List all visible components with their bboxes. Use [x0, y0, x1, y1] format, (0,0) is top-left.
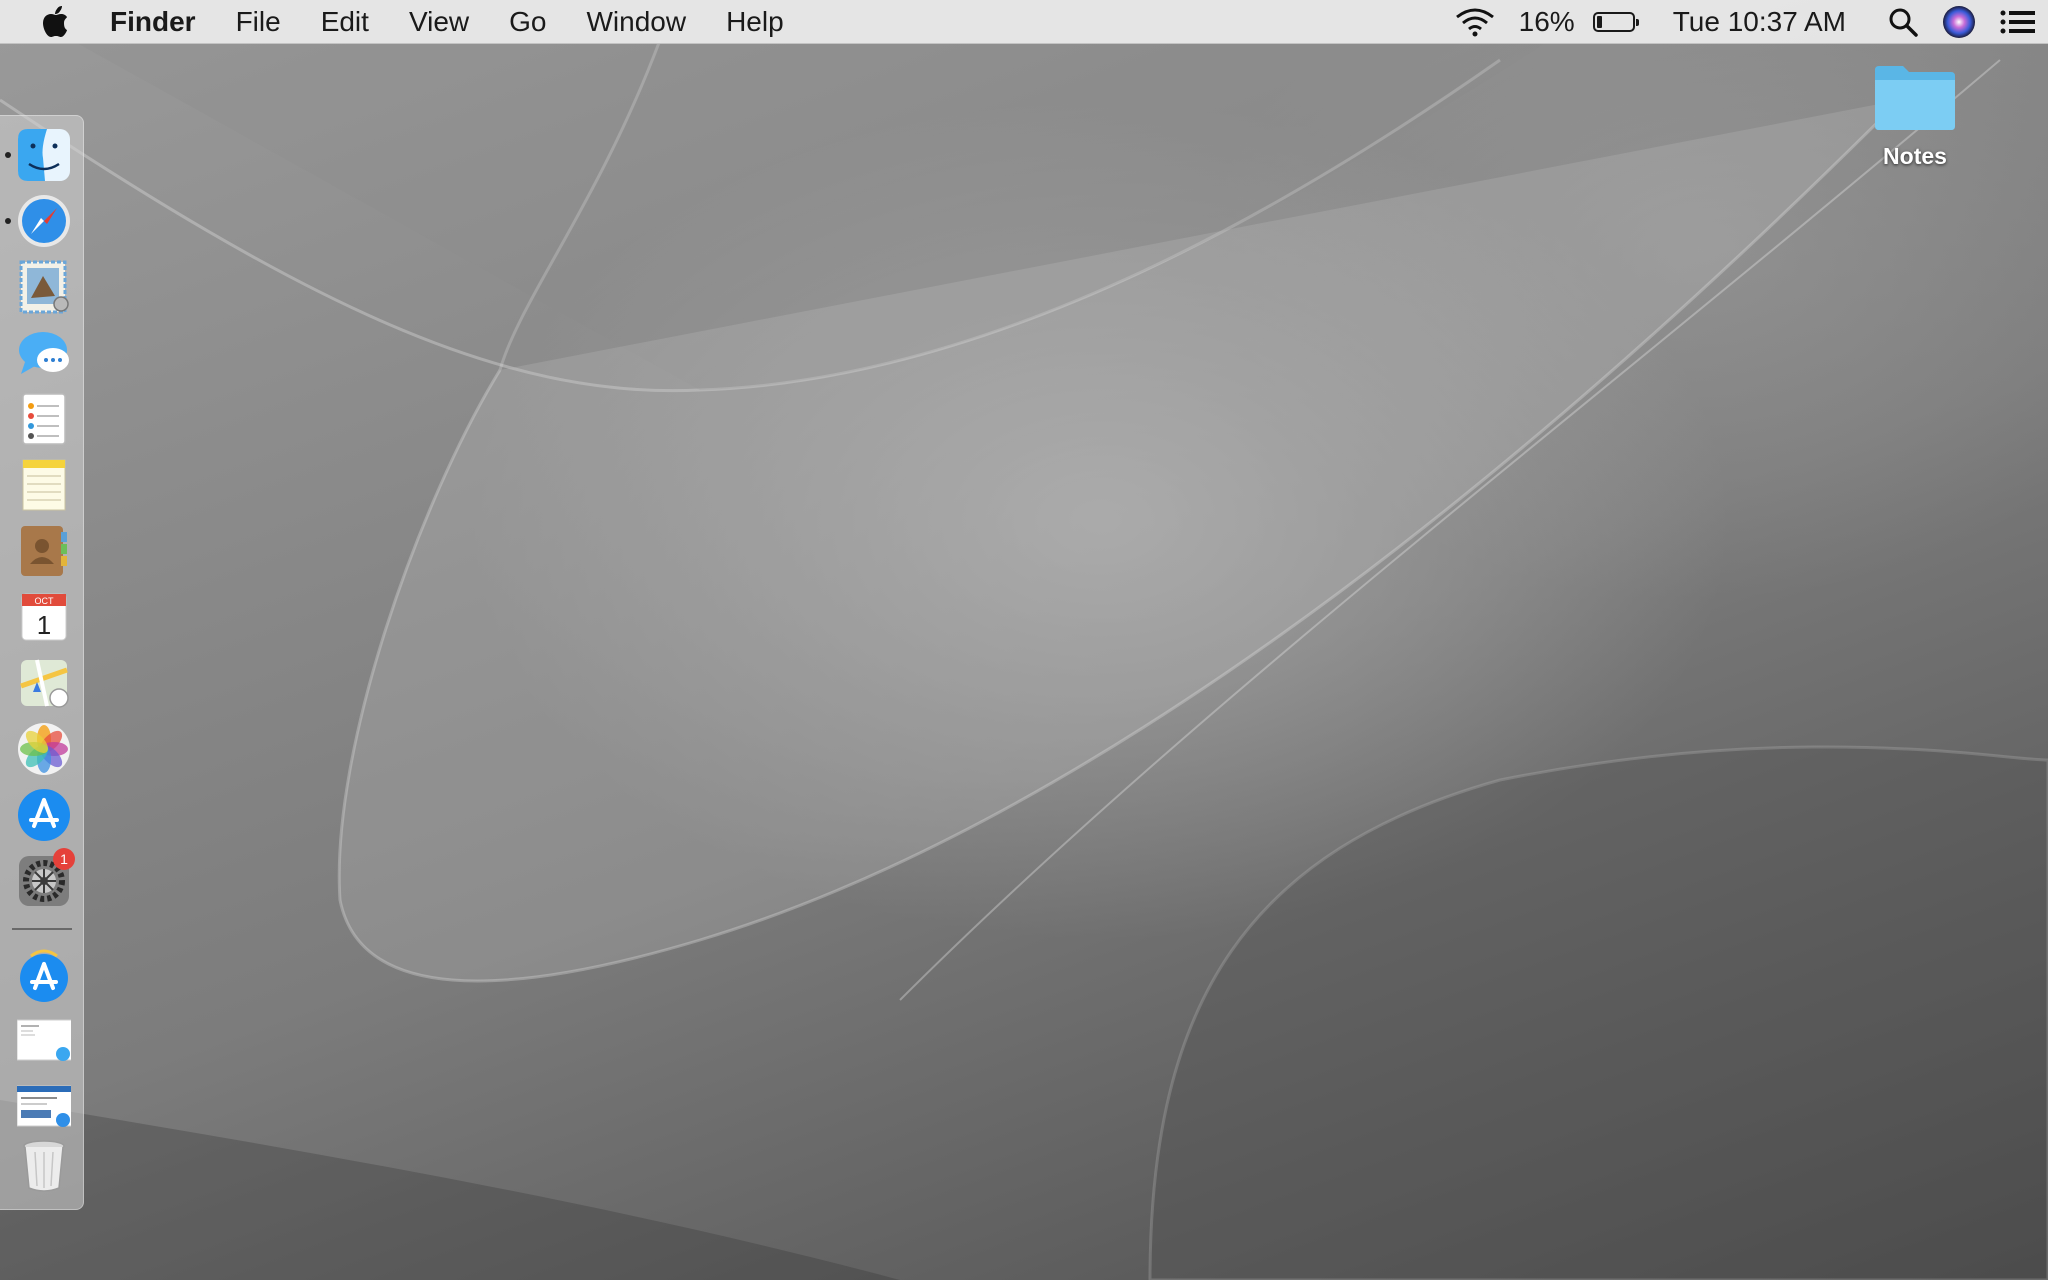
menu-window[interactable]: Window — [566, 0, 706, 44]
menu-bar: Finder File Edit View Go Window Help 16%… — [0, 0, 2048, 44]
notes-icon — [22, 459, 66, 511]
dock-trash[interactable] — [17, 1138, 71, 1192]
app-store-download-icon — [20, 949, 68, 1002]
running-indicator-finder — [5, 152, 11, 158]
dock-contacts[interactable] — [17, 524, 71, 578]
dock-notes[interactable] — [17, 458, 71, 512]
menu-clock[interactable]: Tue 10:37 AM — [1673, 6, 1846, 38]
dock-safari[interactable] — [17, 194, 71, 248]
desktop-folder-notes[interactable]: Notes — [1860, 62, 1970, 170]
menu-help[interactable]: Help — [706, 0, 804, 44]
menu-view[interactable]: View — [389, 0, 489, 44]
notification-center-icon[interactable] — [2000, 9, 2036, 35]
trash-icon — [23, 1140, 65, 1192]
dock-photos[interactable] — [17, 722, 71, 776]
safari-icon — [18, 195, 70, 247]
folder-icon — [1875, 66, 1955, 130]
reminders-icon — [22, 393, 66, 445]
dock-app-store[interactable] — [17, 788, 71, 842]
dock-maps[interactable] — [17, 656, 71, 710]
wallpaper — [0, 0, 2048, 1280]
document-preview-icon — [16, 1019, 74, 1061]
dock: OCT 1 1 — [0, 115, 84, 1210]
dock-finder[interactable] — [17, 128, 71, 182]
webpage-preview-icon — [16, 1085, 74, 1127]
photos-icon — [18, 723, 70, 775]
notification-badge: 1 — [53, 848, 75, 870]
dock-calendar[interactable]: OCT 1 — [17, 590, 71, 644]
menu-edit[interactable]: Edit — [301, 0, 389, 44]
menu-file[interactable]: File — [216, 0, 301, 44]
calendar-icon: OCT 1 — [21, 593, 67, 641]
finder-icon — [18, 129, 70, 181]
running-indicator-safari — [5, 218, 11, 224]
menu-go[interactable]: Go — [489, 0, 566, 44]
dock-webpage-stack[interactable] — [16, 1080, 74, 1134]
status-area: 16% Tue 10:37 AM — [1443, 0, 2048, 44]
spotlight-search-icon[interactable] — [1888, 7, 1918, 37]
app-store-icon — [18, 789, 70, 841]
dock-separator — [12, 928, 72, 930]
dock-document-stack[interactable] — [16, 1014, 74, 1068]
maps-icon — [20, 659, 69, 708]
desktop[interactable]: Notes — [0, 0, 2048, 1280]
dock-messages[interactable] — [17, 326, 71, 380]
dock-downloads[interactable] — [17, 948, 71, 1002]
wifi-icon[interactable] — [1455, 7, 1495, 37]
siri-icon[interactable] — [1942, 5, 1976, 39]
calendar-month: OCT — [35, 596, 55, 606]
contacts-icon — [21, 526, 67, 576]
mail-icon — [19, 260, 69, 314]
dock-reminders[interactable] — [17, 392, 71, 446]
battery-fill — [1596, 15, 1602, 28]
messages-icon — [19, 332, 69, 374]
battery-percent[interactable]: 16% — [1519, 6, 1575, 38]
apple-menu[interactable] — [0, 5, 110, 38]
dock-mail[interactable] — [17, 260, 71, 314]
menu-app-finder[interactable]: Finder — [110, 0, 216, 44]
battery-icon[interactable] — [1592, 11, 1639, 32]
calendar-day: 1 — [37, 610, 51, 640]
apple-logo-icon — [43, 5, 67, 37]
folder-label: Notes — [1883, 143, 1947, 169]
dock-system-preferences[interactable]: 1 — [17, 848, 75, 908]
